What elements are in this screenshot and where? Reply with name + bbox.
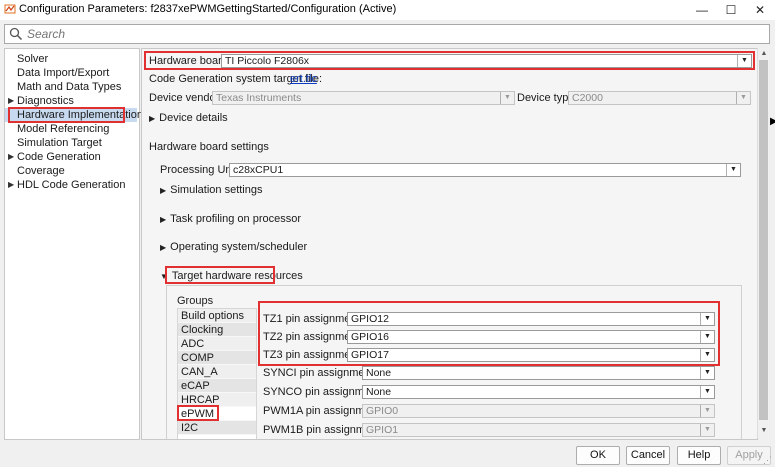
dropdown-arrow-icon: ▼ [700, 405, 714, 417]
minimize-button[interactable]: — [687, 0, 717, 20]
tree-item-label: Simulation Target [17, 137, 102, 149]
group-item-epwm[interactable]: ePWM [178, 407, 256, 421]
synco-pin-select[interactable]: None ▼ [362, 385, 715, 399]
device-type-select: C2000 ▼ [568, 91, 751, 105]
group-item-build-options[interactable]: Build options [178, 309, 256, 323]
expand-arrow-icon: ▶ [149, 114, 156, 123]
device-details-expander[interactable]: ▶ Device details [149, 112, 228, 124]
hardware-board-label: Hardware board: [149, 55, 231, 67]
group-item-comp[interactable]: COMP [178, 351, 256, 365]
tree-item-solver[interactable]: Solver [5, 52, 137, 66]
expand-arrow-icon[interactable]: ▶ [8, 178, 14, 192]
dropdown-arrow-icon: ▼ [700, 331, 714, 343]
dropdown-arrow-icon: ▼ [500, 92, 514, 104]
dropdown-arrow-icon: ▼ [700, 313, 714, 325]
tz3-pin-select[interactable]: GPIO17 ▼ [347, 348, 715, 362]
collapse-arrow-icon: ▼ [160, 272, 168, 281]
settings-panel: Hardware board: TI Piccolo F2806x ▼ Code… [141, 48, 758, 440]
expand-arrow-icon: ▶ [160, 215, 167, 224]
expand-arrow-icon: ▶ [160, 243, 167, 252]
processing-unit-select[interactable]: c28xCPU1 ▼ [229, 163, 741, 177]
expand-arrow-icon: ▶ [160, 186, 167, 195]
operating-system-expander[interactable]: ▶ Operating system/scheduler [160, 241, 307, 253]
tree-item-label: Data Import/Export [17, 67, 110, 79]
simulation-settings-expander[interactable]: ▶ Simulation settings [160, 184, 262, 196]
search-input[interactable] [27, 26, 727, 42]
help-button[interactable]: Help [677, 446, 721, 465]
maximize-button[interactable]: ☐ [716, 0, 746, 20]
close-icon: ✕ [754, 3, 766, 17]
scroll-up-icon[interactable]: ▲ [758, 48, 770, 60]
tz1-pin-select[interactable]: GPIO12 ▼ [347, 312, 715, 326]
dropdown-arrow-icon: ▼ [736, 92, 750, 104]
button-bar: OK Cancel Help Apply [0, 441, 775, 467]
tree-item-label: Model Referencing [17, 123, 110, 135]
tree-item-label: Coverage [17, 165, 65, 177]
group-item-adc[interactable]: ADC [178, 337, 256, 351]
dropdown-arrow-icon: ▼ [700, 349, 714, 361]
device-vendor-select: Texas Instruments ▼ [212, 91, 515, 105]
search-box[interactable] [4, 24, 770, 44]
maximize-icon: ☐ [725, 3, 737, 17]
task-profiling-expander[interactable]: ▶ Task profiling on processor [160, 213, 301, 225]
category-tree: Solver Data Import/Export Math and Data … [4, 48, 143, 440]
window-title: Configuration Parameters: f2837xePWMGett… [19, 3, 397, 15]
synci-pin-label: SYNCI pin assignment: [263, 367, 377, 379]
group-item-ecap[interactable]: eCAP [178, 379, 256, 393]
tree-item-label: Solver [17, 53, 49, 65]
pwm1b-pin-select: GPIO1 ▼ [362, 423, 715, 437]
tree-item-label: Hardware Implementation [17, 109, 143, 121]
vertical-scrollbar[interactable]: ▲ ▼ [757, 48, 770, 438]
group-item-clocking[interactable]: Clocking [178, 323, 256, 337]
tree-item-math-data-types[interactable]: Math and Data Types [5, 80, 137, 94]
pwm1a-pin-select: GPIO0 ▼ [362, 404, 715, 418]
tz2-pin-select[interactable]: GPIO16 ▼ [347, 330, 715, 344]
scroll-down-icon[interactable]: ▼ [758, 425, 770, 437]
minimize-icon: — [696, 3, 708, 17]
tree-item-hardware-implementation[interactable]: Hardware Implementation [5, 108, 143, 122]
synci-pin-select[interactable]: None ▼ [362, 366, 715, 380]
tree-item-model-referencing[interactable]: Model Referencing [5, 122, 137, 136]
simulink-app-icon [4, 4, 16, 14]
dropdown-arrow-icon: ▼ [700, 386, 714, 398]
tree-item-coverage[interactable]: Coverage [5, 164, 137, 178]
dropdown-arrow-icon: ▼ [700, 424, 714, 436]
tree-item-code-generation[interactable]: ▶ Code Generation [5, 150, 137, 164]
dropdown-arrow-icon: ▼ [726, 164, 740, 176]
tree-item-hdl-code-generation[interactable]: ▶ HDL Code Generation [5, 178, 137, 192]
tree-item-simulation-target[interactable]: Simulation Target [5, 136, 137, 150]
expand-arrow-icon[interactable]: ▶ [8, 94, 14, 108]
groups-list: Build options Clocking ADC COMP CAN_A eC… [177, 308, 257, 439]
tree-item-data-import-export[interactable]: Data Import/Export [5, 66, 137, 80]
hw-board-settings-heading: Hardware board settings [149, 141, 269, 153]
cancel-button[interactable]: Cancel [626, 446, 670, 465]
search-icon [9, 27, 23, 41]
scroll-thumb[interactable] [759, 60, 768, 420]
hardware-board-select[interactable]: TI Piccolo F2806x ▼ [221, 54, 752, 68]
close-button[interactable]: ✕ [745, 0, 775, 20]
target-hw-resources-expander[interactable]: ▼ Target hardware resources [160, 270, 303, 282]
group-item-can-a[interactable]: CAN_A [178, 365, 256, 379]
group-item-hrcap[interactable]: HRCAP [178, 393, 256, 407]
dropdown-arrow-icon: ▼ [700, 367, 714, 379]
dropdown-arrow-icon: ▼ [737, 55, 751, 67]
expand-arrow-icon[interactable]: ▶ [8, 150, 14, 164]
resize-grip-icon[interactable]: ⋰ [763, 455, 773, 465]
tree-item-diagnostics[interactable]: ▶ Diagnostics [5, 94, 137, 108]
ok-button[interactable]: OK [576, 446, 620, 465]
title-bar: Configuration Parameters: f2837xePWMGett… [0, 0, 775, 20]
groups-label: Groups [177, 295, 214, 307]
tree-item-label: Math and Data Types [17, 81, 122, 93]
tree-item-label: Diagnostics [17, 95, 74, 107]
mouse-cursor-icon: ▶ [770, 116, 775, 127]
tree-item-label: Code Generation [17, 151, 101, 163]
target-file-link[interactable]: ert.tlc [290, 73, 317, 85]
tree-item-label: HDL Code Generation [17, 179, 126, 191]
group-item-i2c[interactable]: I2C [178, 421, 256, 435]
